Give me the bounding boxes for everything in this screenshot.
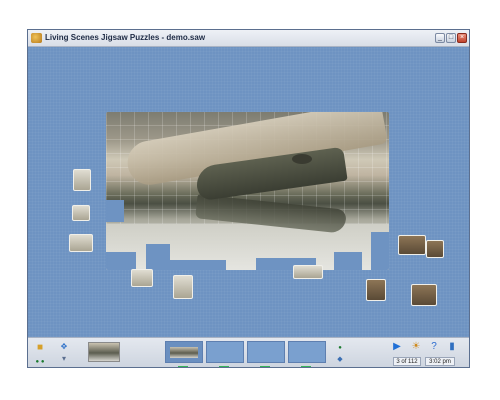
exit-icon[interactable]: ▮	[446, 341, 458, 353]
piece-counter: 3 of 112	[393, 357, 421, 366]
missing-slot	[146, 244, 170, 270]
close-button[interactable]: ×	[457, 33, 467, 43]
minimize-button[interactable]: _	[435, 33, 445, 43]
loose-puzzle-piece[interactable]	[72, 205, 90, 221]
maximize-button[interactable]: □	[446, 33, 456, 43]
missing-slot	[334, 252, 362, 270]
loose-puzzle-piece[interactable]	[131, 269, 153, 287]
piece-tray-1[interactable]	[165, 341, 203, 363]
piece-tray-4[interactable]	[288, 341, 326, 363]
small-indicator-icon: ● ●	[35, 359, 45, 365]
piece-tray-3[interactable]	[247, 341, 285, 363]
tray-thumbnail	[170, 347, 198, 358]
loose-puzzle-piece[interactable]	[69, 234, 93, 252]
title-bar[interactable]: Living Scenes Jigsaw Puzzles - demo.saw …	[28, 30, 469, 47]
window-title: Living Scenes Jigsaw Puzzles - demo.saw	[45, 33, 206, 42]
sort-pieces-icon[interactable]: ▾	[58, 353, 70, 365]
missing-slot	[371, 232, 389, 270]
tray-indicator	[219, 366, 229, 367]
app-window: Living Scenes Jigsaw Puzzles - demo.saw …	[27, 29, 470, 368]
missing-slot	[106, 252, 136, 270]
help-icon[interactable]: ?	[428, 341, 440, 353]
tray-indicator	[301, 366, 311, 367]
tray-indicator	[178, 366, 188, 367]
loose-puzzle-piece[interactable]	[398, 235, 426, 255]
loose-puzzle-piece[interactable]	[173, 275, 193, 299]
status-dot-icon: ●	[338, 345, 342, 351]
open-folder-icon[interactable]: ■	[34, 342, 46, 354]
loose-puzzle-piece[interactable]	[366, 279, 386, 301]
loose-puzzle-piece[interactable]	[426, 240, 444, 258]
app-logo-icon	[31, 33, 42, 43]
play-icon[interactable]: ▶	[391, 341, 403, 353]
hint-icon[interactable]: ☀	[410, 341, 422, 353]
bottom-toolbar: ■ ● ● ✥ ▾ ● ◆ ▶ ☀ ? ▮ 3 of 112 3:02 pm	[28, 337, 469, 367]
scatter-pieces-icon[interactable]: ✥	[58, 341, 70, 353]
alligator-eye-region	[292, 154, 312, 164]
missing-slot	[170, 260, 226, 270]
tray-toggle-icon[interactable]: ◆	[334, 354, 346, 366]
clock-display: 3:02 pm	[425, 357, 455, 366]
missing-slot	[106, 200, 124, 222]
puzzle-board[interactable]	[28, 47, 469, 337]
piece-tray-2[interactable]	[206, 341, 244, 363]
tray-indicator	[260, 366, 270, 367]
puzzle-preview-thumbnail[interactable]	[88, 342, 120, 362]
loose-puzzle-piece[interactable]	[293, 265, 323, 279]
loose-puzzle-piece[interactable]	[73, 169, 91, 191]
loose-puzzle-piece[interactable]	[411, 284, 437, 306]
assembled-puzzle-image[interactable]	[106, 112, 389, 270]
